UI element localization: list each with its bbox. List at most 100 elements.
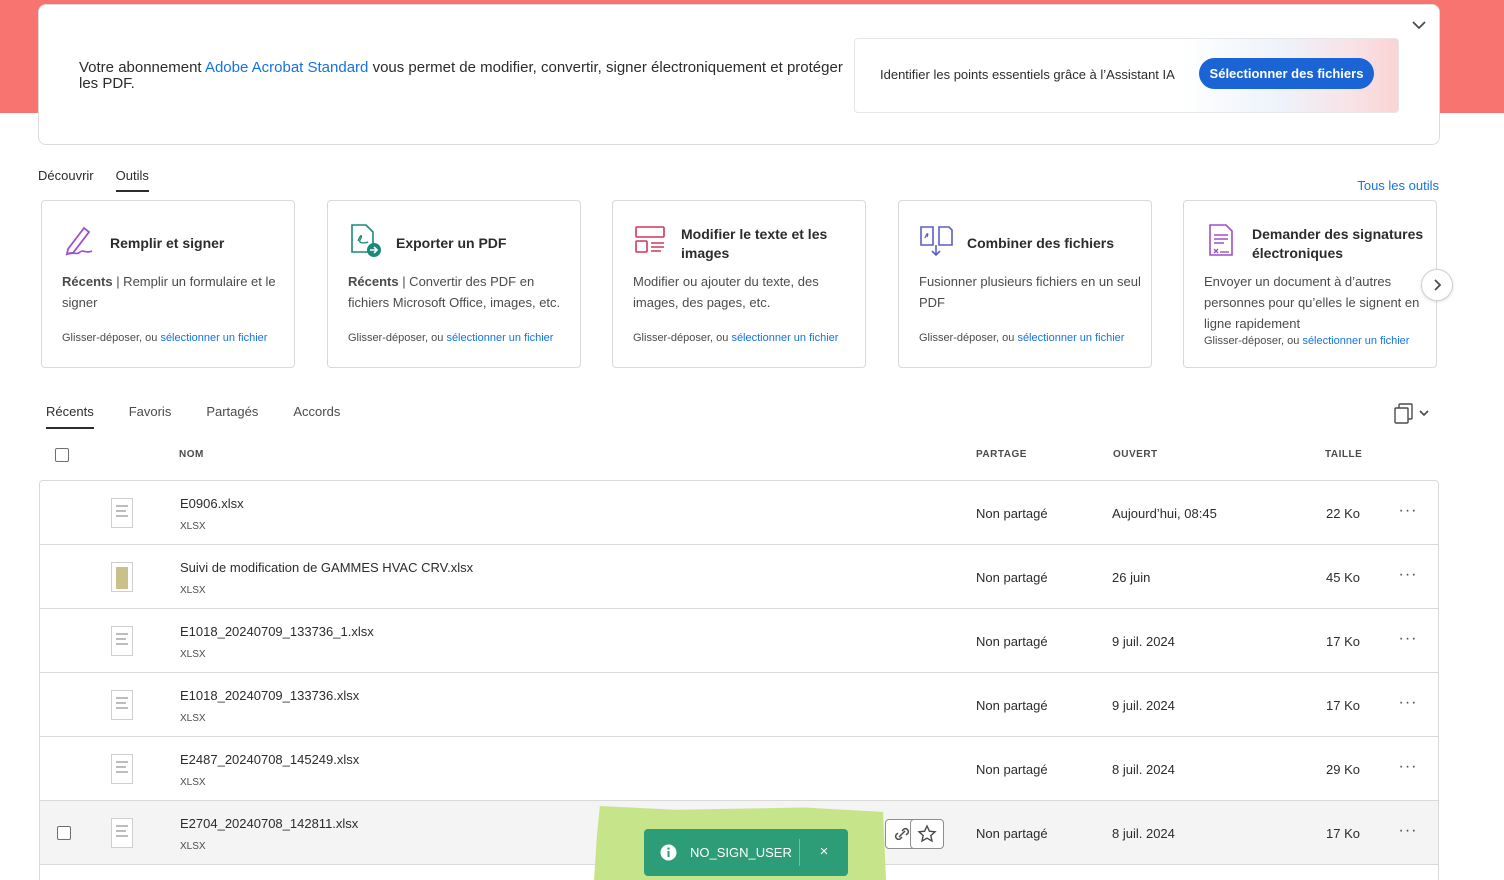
- request-signatures-icon: [1204, 223, 1238, 257]
- file-name: E1018_20240709_133736_1.xlsx: [180, 624, 374, 639]
- file-type: XLSX: [180, 521, 206, 532]
- column-header-opened[interactable]: OUVERT: [1113, 449, 1158, 460]
- table-row[interactable]: E1018_20240709_133736.xlsx XLSX Non part…: [40, 673, 1438, 737]
- star-icon: [917, 824, 937, 843]
- info-icon: [660, 844, 677, 861]
- column-header-share[interactable]: PARTAGE: [976, 449, 1027, 460]
- file-share-status: Non partagé: [976, 762, 1048, 777]
- toast-message: NO_SIGN_USER: [690, 845, 792, 860]
- more-options-icon[interactable]: ···: [1396, 566, 1420, 586]
- file-size: 17 Ko: [1326, 634, 1360, 649]
- file-type: XLSX: [180, 713, 206, 724]
- tab-favorites[interactable]: Favoris: [129, 404, 172, 429]
- column-header-size[interactable]: TAILLE: [1325, 449, 1362, 460]
- tool-card-fill-sign[interactable]: Remplir et signer Récents | Remplir un f…: [41, 200, 295, 368]
- file-size: 45 Ko: [1326, 570, 1360, 585]
- file-share-status: Non partagé: [976, 634, 1048, 649]
- column-header-name[interactable]: NOM: [179, 449, 204, 460]
- file-size: 22 Ko: [1326, 506, 1360, 521]
- tab-discover[interactable]: Découvrir: [38, 168, 94, 192]
- tab-shared[interactable]: Partagés: [206, 404, 258, 429]
- collapse-chevron-icon[interactable]: [1409, 15, 1429, 35]
- file-share-status: Non partagé: [976, 506, 1048, 521]
- export-pdf-icon: [348, 223, 382, 257]
- file-name: E2704_20240708_142811.xlsx: [180, 816, 359, 831]
- more-options-icon[interactable]: ···: [1396, 758, 1420, 778]
- row-checkbox[interactable]: [57, 826, 71, 840]
- all-tools-link[interactable]: Tous les outils: [1357, 178, 1439, 193]
- table-row[interactable]: E0906.xlsx XLSX Non partagé Aujourd’hui,…: [40, 481, 1438, 545]
- tool-dropzone-text: Glisser-déposer, ou sélectionner un fich…: [919, 332, 1125, 344]
- file-size: 29 Ko: [1326, 762, 1360, 777]
- more-options-icon[interactable]: ···: [1396, 502, 1420, 522]
- tool-dropzone-text: Glisser-déposer, ou sélectionner un fich…: [62, 332, 268, 344]
- file-opened-date: 9 juil. 2024: [1112, 698, 1175, 713]
- select-file-link[interactable]: sélectionner un fichier: [446, 332, 553, 344]
- file-opened-date: 8 juil. 2024: [1112, 826, 1175, 841]
- ai-assistant-text: Identifier les points essentiels grâce à…: [880, 67, 1175, 82]
- tool-dropzone-text: Glisser-déposer, ou sélectionner un fich…: [633, 332, 839, 344]
- file-name: E2487_20240708_145249.xlsx: [180, 752, 360, 767]
- favorite-button[interactable]: [910, 819, 944, 849]
- select-file-link[interactable]: sélectionner un fichier: [1302, 335, 1409, 347]
- tab-tools[interactable]: Outils: [115, 168, 149, 192]
- file-name: E1018_20240709_133736.xlsx: [180, 688, 360, 703]
- carousel-next-button[interactable]: [1421, 269, 1453, 301]
- tool-dropzone-text: Glisser-déposer, ou sélectionner un fich…: [1204, 335, 1410, 347]
- subscription-text: Votre abonnement Adobe Acrobat Standard …: [79, 59, 843, 92]
- file-type: XLSX: [180, 649, 206, 660]
- tool-card-request-signatures[interactable]: Demander des signatures électroniques En…: [1183, 200, 1437, 368]
- more-options-icon[interactable]: ···: [1396, 630, 1420, 650]
- ai-assistant-card: Identifier les points essentiels grâce à…: [854, 38, 1399, 113]
- close-icon[interactable]: ×: [814, 842, 834, 862]
- file-thumbnail: [111, 690, 133, 720]
- file-type: XLSX: [180, 777, 206, 788]
- tool-description: Envoyer un document à d’autres personnes…: [1204, 274, 1420, 331]
- file-opened-date: 8 juil. 2024: [1112, 762, 1175, 777]
- tool-title: Exporter un PDF: [396, 235, 507, 251]
- fill-sign-icon: [62, 223, 96, 257]
- file-name: E0906.xlsx: [180, 496, 244, 511]
- tool-dropzone-text: Glisser-déposer, ou sélectionner un fich…: [348, 332, 554, 344]
- tool-card-edit-text-images[interactable]: Modifier le texte et les images Modifier…: [612, 200, 866, 368]
- combine-files-icon: [919, 223, 953, 257]
- table-row[interactable]: E2487_20240708_145249.xlsx XLSX Non part…: [40, 737, 1438, 801]
- acrobat-standard-link[interactable]: Adobe Acrobat Standard: [205, 59, 368, 76]
- tool-title: Demander des signatures électroniques: [1252, 226, 1424, 261]
- tool-card-combine-files[interactable]: Combiner des fichiers Fusionner plusieur…: [898, 200, 1152, 368]
- notification-toast: NO_SIGN_USER ×: [644, 829, 848, 876]
- file-type: XLSX: [180, 585, 206, 596]
- file-thumbnail: [111, 626, 133, 656]
- tool-description: Récents | Remplir un formulaire et le si…: [62, 274, 276, 310]
- table-row[interactable]: Suivi de modification de GAMMES HVAC CRV…: [40, 545, 1438, 609]
- file-size: 17 Ko: [1326, 698, 1360, 713]
- select-files-button[interactable]: Sélectionner des fichiers: [1199, 58, 1374, 89]
- file-name: Suivi de modification de GAMMES HVAC CRV…: [180, 560, 474, 575]
- select-file-link[interactable]: sélectionner un fichier: [160, 332, 267, 344]
- table-row[interactable]: E1018_20240709_133736_1.xlsx XLSX Non pa…: [40, 609, 1438, 673]
- tab-agreements[interactable]: Accords: [293, 404, 340, 429]
- select-file-link[interactable]: sélectionner un fichier: [1017, 332, 1124, 344]
- file-share-status: Non partagé: [976, 826, 1048, 841]
- tool-card-export-pdf[interactable]: Exporter un PDF Récents | Convertir des …: [327, 200, 581, 368]
- file-opened-date: 26 juin: [1112, 570, 1151, 585]
- main-tabs: Découvrir Outils: [38, 168, 149, 192]
- tool-description: Fusionner plusieurs fichiers en un seul …: [919, 274, 1141, 310]
- tool-title: Modifier le texte et les images: [681, 226, 828, 261]
- tool-title: Combiner des fichiers: [967, 235, 1115, 251]
- file-type: XLSX: [180, 841, 206, 852]
- tool-title: Remplir et signer: [110, 235, 225, 251]
- edit-text-images-icon: [633, 223, 667, 257]
- select-all-checkbox[interactable]: [55, 448, 69, 462]
- file-opened-date: 9 juil. 2024: [1112, 634, 1175, 649]
- file-thumbnail: [111, 818, 133, 848]
- select-file-link[interactable]: sélectionner un fichier: [731, 332, 838, 344]
- toast-divider: [799, 839, 800, 866]
- view-mode-toggle[interactable]: [1393, 402, 1433, 424]
- subscription-banner: Votre abonnement Adobe Acrobat Standard …: [38, 4, 1440, 145]
- file-thumbnail: [111, 562, 133, 592]
- file-thumbnail: [111, 498, 133, 528]
- more-options-icon[interactable]: ···: [1396, 822, 1420, 842]
- more-options-icon[interactable]: ···: [1396, 694, 1420, 714]
- tab-recent[interactable]: Récents: [46, 404, 94, 429]
